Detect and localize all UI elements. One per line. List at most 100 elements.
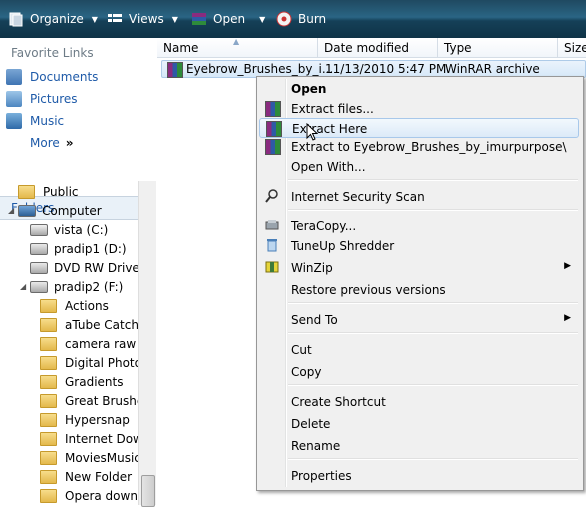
menu-label: Delete bbox=[291, 417, 331, 431]
views-label: Views bbox=[129, 12, 164, 26]
tree-label: Great Brushes bbox=[65, 393, 138, 408]
menu-item-extract-to[interactable]: Extract to Eyebrow_Brushes_by_imurpurpos… bbox=[259, 137, 579, 157]
drive-icon bbox=[30, 280, 48, 293]
burn-button[interactable]: Burn bbox=[276, 8, 326, 30]
favorite-documents[interactable]: Documents bbox=[6, 68, 98, 86]
tree-label: Computer bbox=[42, 203, 102, 218]
context-menu: Open Extract files... Extract Here Extra… bbox=[256, 76, 584, 491]
column-header-size[interactable]: Size bbox=[558, 38, 586, 58]
tree-item-folder[interactable]: Actions bbox=[40, 296, 138, 315]
windows-drive-icon bbox=[30, 223, 48, 236]
expanded-triangle-icon[interactable]: ◢ bbox=[20, 282, 30, 291]
menu-label: Extract files... bbox=[291, 102, 374, 116]
folder-icon bbox=[40, 355, 57, 370]
tree-item-folder[interactable]: Opera downlo bbox=[40, 486, 138, 505]
menu-label: Create Shortcut bbox=[291, 395, 386, 409]
menu-item-delete[interactable]: Delete bbox=[259, 414, 579, 434]
tree-label: Gradients bbox=[65, 374, 124, 389]
documents-icon bbox=[6, 69, 22, 85]
menu-item-extract-here[interactable]: Extract Here bbox=[259, 118, 579, 141]
expanded-triangle-icon[interactable]: ◢ bbox=[8, 206, 18, 215]
drive-icon bbox=[30, 242, 48, 255]
tree-item-folder[interactable]: Internet Down bbox=[40, 429, 138, 448]
folder-icon bbox=[40, 469, 57, 484]
menu-item-create-shortcut[interactable]: Create Shortcut bbox=[259, 392, 579, 412]
menu-item-rename[interactable]: Rename bbox=[259, 436, 579, 456]
more-links[interactable]: More » bbox=[30, 134, 74, 152]
tree-label: pradip2 (F:) bbox=[54, 279, 124, 294]
menu-item-security-scan[interactable]: Internet Security Scan bbox=[259, 187, 579, 207]
chevron-down-icon: ▼ bbox=[91, 14, 98, 24]
music-icon bbox=[6, 113, 22, 129]
tree-item-folder[interactable]: New Folder bbox=[40, 467, 138, 486]
menu-label: WinZip bbox=[291, 261, 333, 275]
column-header-type[interactable]: Type bbox=[438, 38, 558, 58]
tree-item-computer[interactable]: ◢ Computer bbox=[8, 201, 138, 220]
menu-item-send-to[interactable]: Send To ▶ bbox=[259, 310, 579, 330]
command-toolbar: Organize ▼ Views ▼ Open ▼ Burn bbox=[0, 0, 586, 39]
menu-separator bbox=[288, 209, 578, 211]
tree-item-drive-f[interactable]: ◢ pradip2 (F:) bbox=[20, 277, 138, 296]
menu-item-extract-files[interactable]: Extract files... bbox=[259, 99, 579, 119]
dvd-drive-icon bbox=[30, 261, 48, 274]
menu-item-teracopy[interactable]: TeraCopy... bbox=[259, 216, 579, 236]
menu-item-restore-versions[interactable]: Restore previous versions bbox=[259, 280, 579, 300]
tree-label: Internet Down bbox=[65, 431, 138, 446]
scrollbar-thumb[interactable] bbox=[141, 475, 155, 507]
favorite-music[interactable]: Music bbox=[6, 112, 64, 130]
sort-ascending-icon: ▲ bbox=[233, 37, 240, 46]
views-icon bbox=[107, 11, 123, 27]
favorite-links-title: Favorite Links bbox=[11, 46, 94, 60]
organize-button[interactable]: Organize ▼ bbox=[8, 8, 98, 30]
column-header-date[interactable]: Date modified bbox=[318, 38, 438, 58]
tree-item-folder[interactable]: aTube Catcher bbox=[40, 315, 138, 334]
tree-item-folder[interactable]: MoviesMusic V bbox=[40, 448, 138, 467]
tree-item-drive-e[interactable]: DVD RW Drive (E bbox=[30, 258, 138, 277]
column-header-name[interactable]: Name ▲ bbox=[157, 37, 318, 58]
column-label: Type bbox=[444, 40, 472, 55]
menu-item-cut[interactable]: Cut bbox=[259, 340, 579, 360]
tree-item-folder[interactable]: Gradients bbox=[40, 372, 138, 391]
folder-icon bbox=[40, 336, 57, 351]
file-date: 11/13/2010 5:47 PM bbox=[325, 62, 447, 76]
winrar-icon bbox=[266, 121, 282, 137]
menu-item-winzip[interactable]: WinZip ▶ bbox=[259, 258, 579, 278]
navigation-scrollbar[interactable] bbox=[138, 181, 156, 507]
folder-icon bbox=[40, 431, 57, 446]
menu-item-open-with[interactable]: Open With... bbox=[259, 157, 579, 177]
shredder-icon bbox=[265, 238, 279, 252]
menu-item-open[interactable]: Open bbox=[259, 79, 579, 99]
menu-item-copy[interactable]: Copy bbox=[259, 362, 579, 382]
menu-label: Cut bbox=[291, 343, 312, 357]
menu-item-properties[interactable]: Properties bbox=[259, 466, 579, 486]
column-label: Size bbox=[564, 40, 586, 55]
teracopy-icon bbox=[265, 218, 279, 232]
tree-item-folder[interactable]: Hypersnap bbox=[40, 410, 138, 429]
menu-label: Rename bbox=[291, 439, 341, 453]
menu-separator bbox=[288, 384, 578, 386]
winrar-icon bbox=[191, 11, 207, 27]
file-name: Eyebrow_Brushes_by_i... bbox=[186, 62, 334, 76]
open-button[interactable]: Open ▼ bbox=[191, 8, 265, 30]
tree-item-folder[interactable]: Digital Photos bbox=[40, 353, 138, 372]
folder-icon bbox=[18, 184, 35, 199]
navigation-pane: Favorite Links Documents Pictures Music … bbox=[0, 38, 158, 505]
tree-item-folder[interactable]: camera raw ca bbox=[40, 334, 138, 353]
tree-item-public[interactable]: Public bbox=[8, 182, 138, 201]
tree-item-drive-d[interactable]: pradip1 (D:) bbox=[30, 239, 138, 258]
views-button[interactable]: Views ▼ bbox=[107, 8, 178, 30]
burn-disc-icon bbox=[276, 11, 292, 27]
folder-icon bbox=[40, 374, 57, 389]
winrar-icon bbox=[265, 101, 281, 117]
tree-item-drive-c[interactable]: vista (C:) bbox=[30, 220, 138, 239]
tree-label: pradip1 (D:) bbox=[54, 241, 127, 256]
menu-label: TeraCopy... bbox=[291, 219, 357, 233]
folder-icon bbox=[40, 412, 57, 427]
folder-icon bbox=[40, 450, 57, 465]
double-chevron-icon: » bbox=[65, 136, 74, 150]
menu-label: Internet Security Scan bbox=[291, 190, 425, 204]
tree-label: DVD RW Drive (E bbox=[54, 260, 138, 275]
tree-item-folder[interactable]: Great Brushes bbox=[40, 391, 138, 410]
favorite-pictures[interactable]: Pictures bbox=[6, 90, 78, 108]
menu-item-tuneup-shredder[interactable]: TuneUp Shredder bbox=[259, 236, 579, 256]
